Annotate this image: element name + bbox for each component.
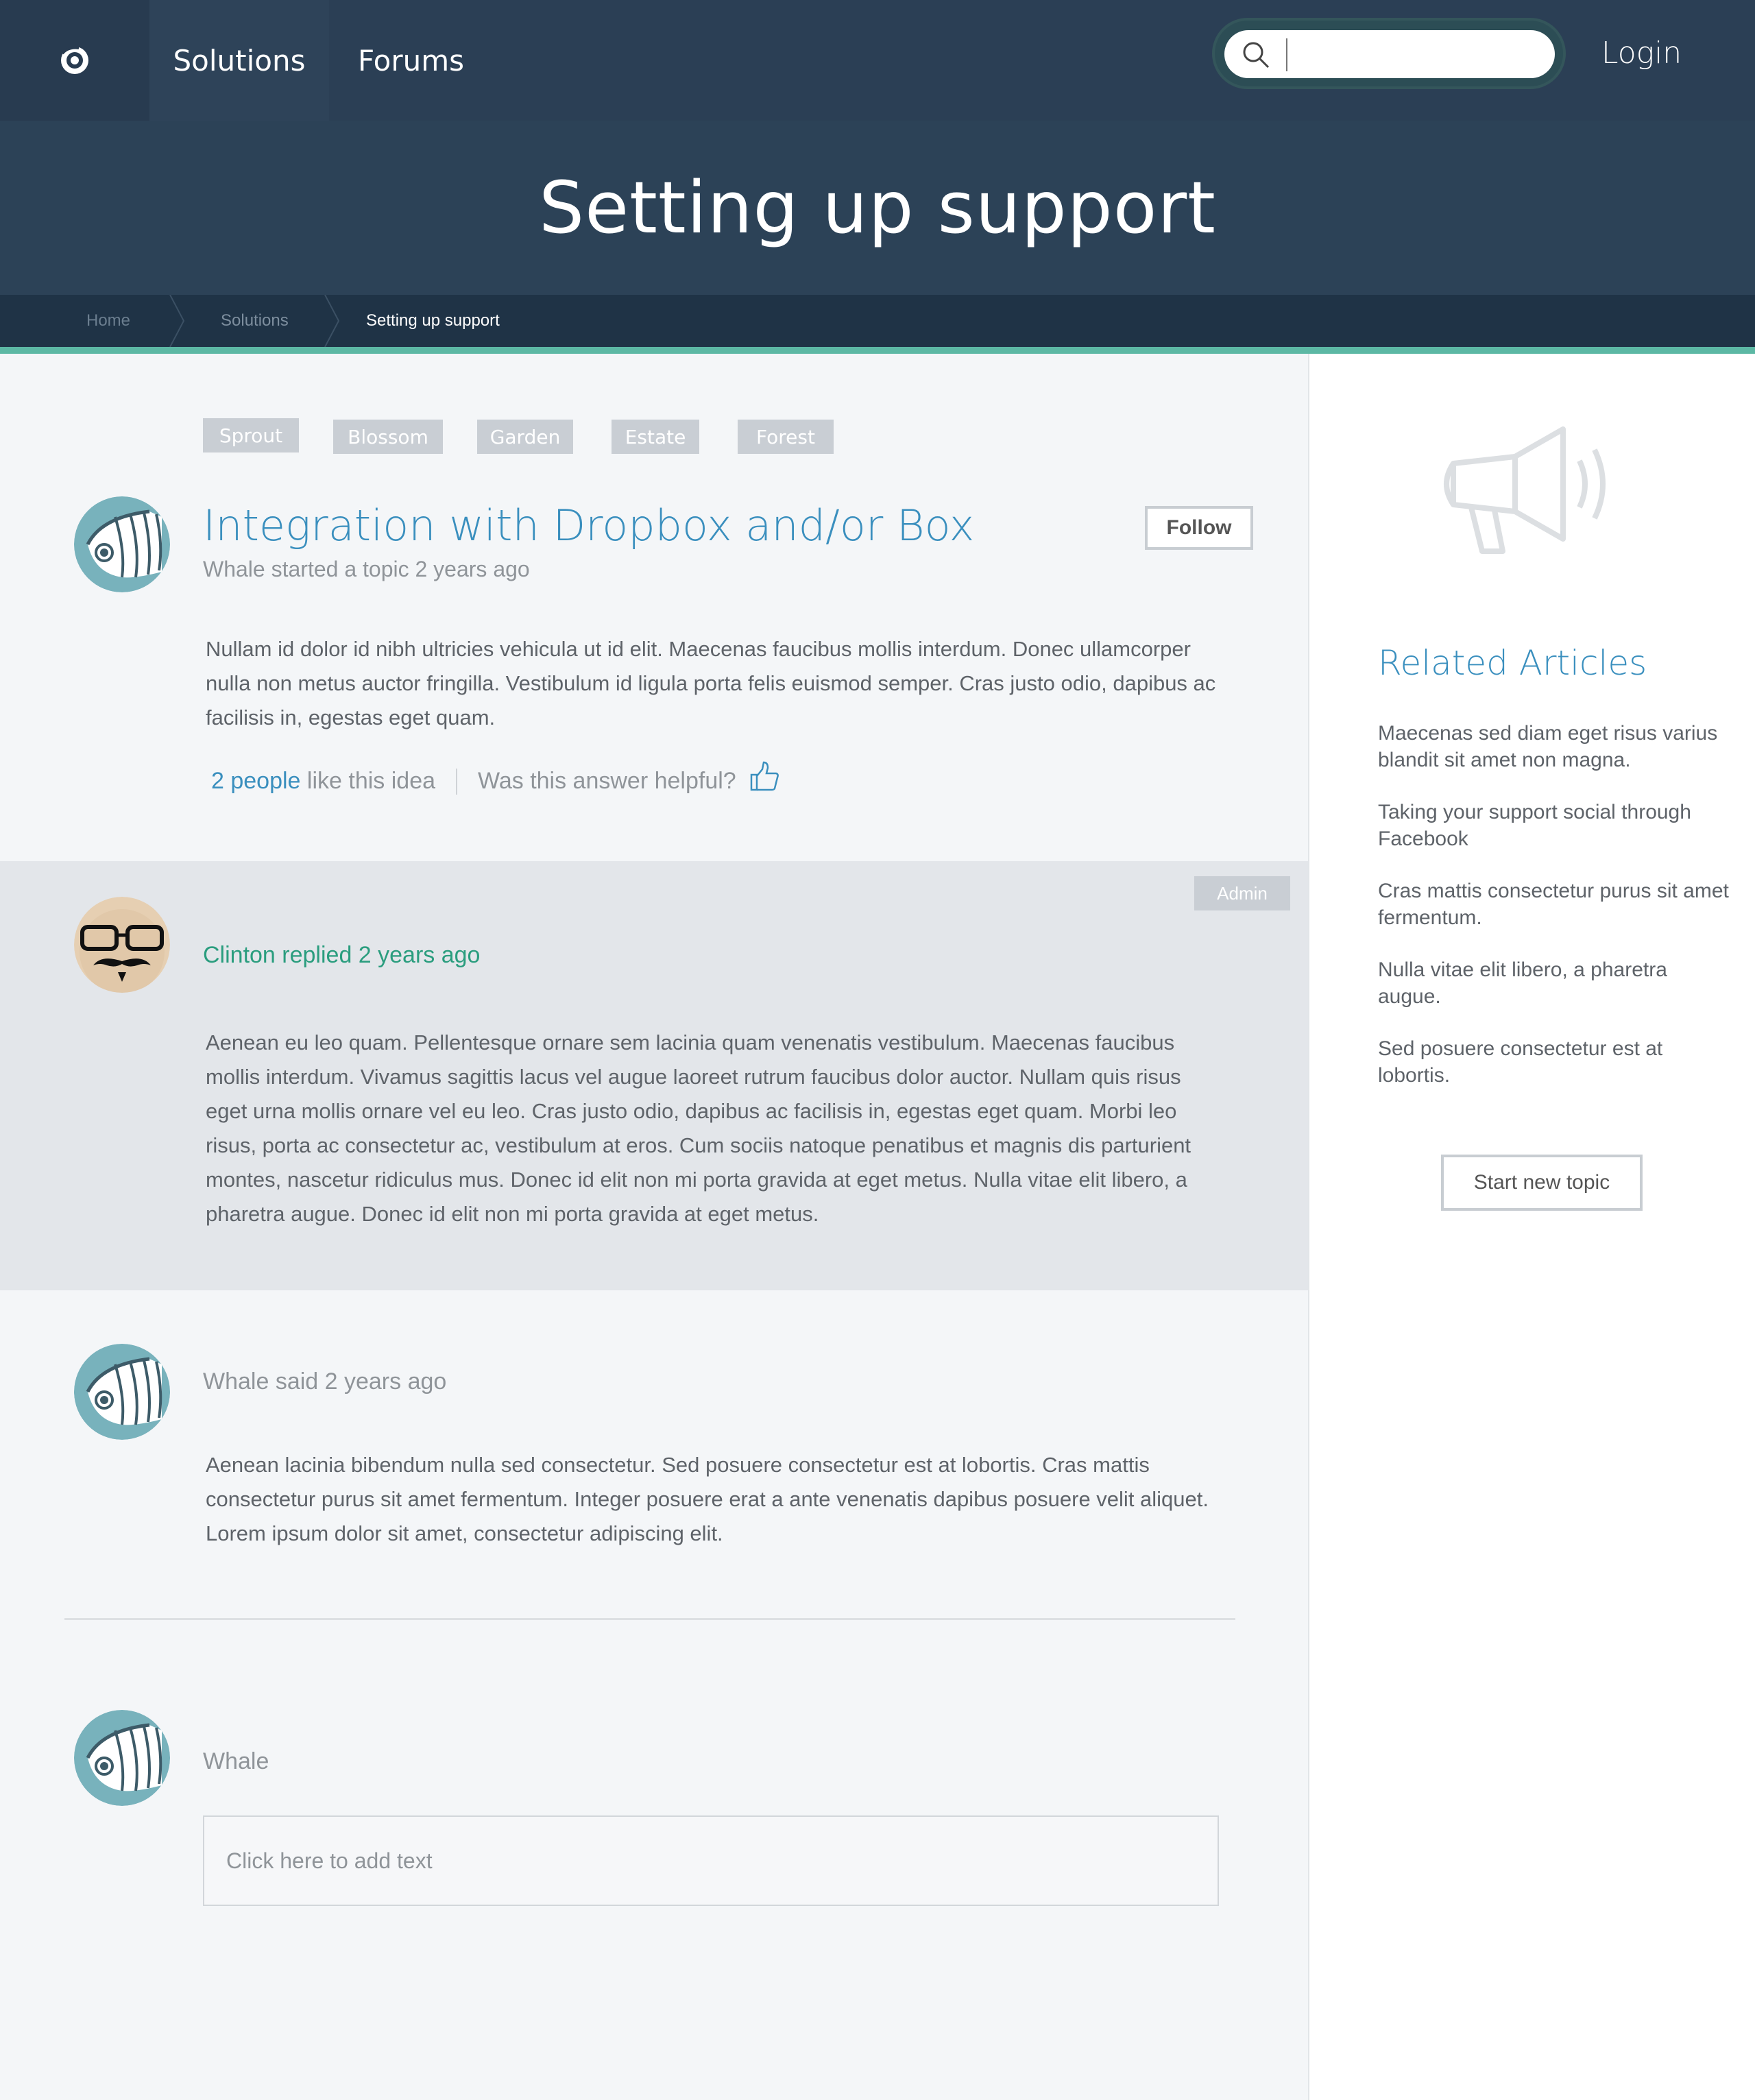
accent-divider: [0, 347, 1755, 354]
likes-text: like this idea: [300, 768, 436, 794]
thumbs-up-icon[interactable]: [749, 761, 780, 793]
tag-blossom[interactable]: Blossom: [333, 420, 443, 454]
search-icon[interactable]: [1241, 40, 1271, 70]
top-nav: Solutions Forums Login: [0, 0, 1755, 121]
related-articles-list: Maecenas sed diam eget risus varius blan…: [1378, 720, 1734, 1114]
nav-solutions[interactable]: Solutions: [149, 0, 329, 121]
comment-meta: Whale said 2 years ago: [203, 1368, 447, 1395]
tag-sprout[interactable]: Sprout: [203, 418, 299, 452]
compose-author: Whale: [203, 1748, 269, 1774]
breadcrumb-separator-icon: [324, 295, 340, 347]
admin-badge: Admin: [1194, 876, 1290, 910]
tag-forest[interactable]: Forest: [738, 420, 834, 454]
sidebar: Related Articles Maecenas sed diam eget …: [1308, 354, 1755, 2100]
tag-estate[interactable]: Estate: [612, 420, 699, 454]
related-articles-heading: Related Articles: [1378, 643, 1647, 683]
related-article-link[interactable]: Nulla vitae elit libero, a pharetra augu…: [1378, 956, 1734, 1010]
related-article-link[interactable]: Cras mattis consectetur purus sit amet f…: [1378, 878, 1734, 931]
page-header: Setting up support: [0, 121, 1755, 295]
breadcrumb-separator-icon: [169, 295, 185, 347]
reply-admin: Admin Clinton replied 2 years ago Aenean…: [0, 861, 1308, 1290]
breadcrumb-current: Setting up support: [366, 311, 500, 330]
section-divider: [64, 1618, 1235, 1620]
related-article-link[interactable]: Sed posuere consectetur est at lobortis.: [1378, 1035, 1734, 1089]
topic-body: Nullam id dolor id nibh ultricies vehicu…: [206, 637, 1216, 729]
comment-body: Aenean lacinia bibendum nulla sed consec…: [206, 1453, 1209, 1545]
tag-garden[interactable]: Garden: [477, 420, 573, 454]
login-link[interactable]: Login: [1601, 36, 1682, 71]
likes-separator: [456, 768, 458, 795]
related-article-link[interactable]: Maecenas sed diam eget risus varius blan…: [1378, 720, 1734, 773]
search-input[interactable]: [1292, 37, 1538, 71]
nav-forums[interactable]: Forums: [358, 0, 464, 121]
helpful-question: Was this answer helpful?: [478, 768, 736, 794]
search-box: [1212, 18, 1566, 89]
follow-button[interactable]: Follow: [1145, 506, 1253, 550]
avatar-whale[interactable]: [74, 1344, 170, 1440]
avatar-clinton[interactable]: [74, 897, 170, 993]
main-content: Sprout Blossom Garden Estate Forest Inte…: [0, 354, 1308, 2100]
topic-meta: Whale started a topic 2 years ago: [203, 557, 530, 581]
avatar-whale[interactable]: [74, 496, 170, 592]
breadcrumb-solutions[interactable]: Solutions: [221, 295, 289, 347]
start-new-topic-button[interactable]: Start new topic: [1441, 1155, 1643, 1211]
likes-row: 2 people like this idea Was this answer …: [211, 761, 780, 795]
megaphone-icon: [1444, 426, 1606, 554]
breadcrumb-home[interactable]: Home: [86, 295, 130, 347]
page-title: Setting up support: [539, 166, 1216, 250]
avatar-whale[interactable]: [74, 1710, 170, 1806]
logo-icon[interactable]: [0, 0, 149, 121]
reply-body: Aenean eu leo quam. Pellentesque ornare …: [206, 1030, 1191, 1226]
search-field[interactable]: [1224, 30, 1555, 78]
breadcrumb: Home Solutions Setting up support: [0, 295, 1755, 347]
reply-meta: Clinton replied 2 years ago: [203, 942, 481, 968]
text-cursor: [1286, 38, 1287, 71]
topic-title[interactable]: Integration with Dropbox and/or Box: [203, 500, 974, 551]
likes-count-link[interactable]: 2 people: [211, 768, 300, 795]
related-article-link[interactable]: Taking your support social through Faceb…: [1378, 799, 1734, 852]
reply-textarea[interactable]: Click here to add text: [203, 1815, 1219, 1906]
